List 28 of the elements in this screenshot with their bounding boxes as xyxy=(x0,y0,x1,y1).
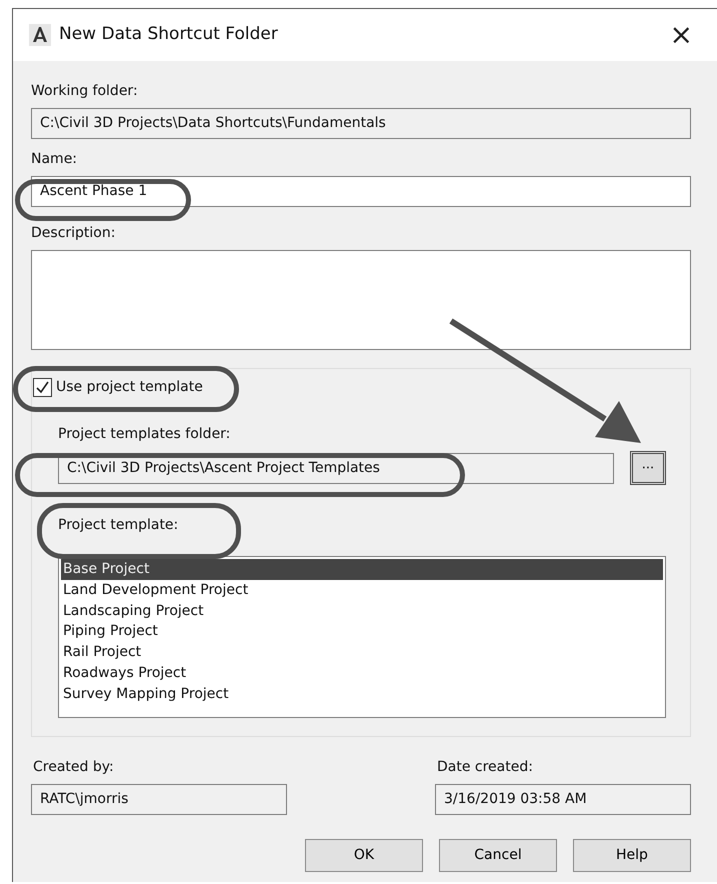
field-label: Date created: xyxy=(437,758,533,777)
field-label: Name: xyxy=(31,150,78,169)
field-label: Created by: xyxy=(33,758,114,777)
dialog-button[interactable]: OK xyxy=(305,839,423,872)
name-field[interactable]: Ascent Phase 1 xyxy=(31,176,691,207)
field-label: Project template: xyxy=(58,516,178,535)
working-folder-field: C:\Civil 3D Projects\Data Shortcuts\Fundamentals xyxy=(31,108,691,139)
field-label: Description: xyxy=(31,224,116,243)
close-button[interactable]: × xyxy=(666,21,697,49)
list-item[interactable]: Landscaping Project xyxy=(61,600,663,622)
dialog-button[interactable]: Cancel xyxy=(439,839,557,872)
window-title: New Data Shortcut Folder xyxy=(59,23,278,46)
list-item[interactable]: Land Development Project xyxy=(61,580,663,601)
dialog-button[interactable]: Help xyxy=(573,839,691,872)
list-item[interactable]: Base Project xyxy=(61,559,663,580)
checkbox[interactable] xyxy=(33,378,52,397)
app-icon xyxy=(29,24,51,46)
created-by-field: RATC\jmorris xyxy=(31,784,287,815)
list-item[interactable]: Rail Project xyxy=(61,642,663,663)
checkbox-label: Use project template xyxy=(56,378,203,397)
field-label: Project templates folder: xyxy=(58,425,230,444)
list-item[interactable]: Roadways Project xyxy=(61,662,663,684)
field-label: Working folder: xyxy=(31,82,138,101)
list-item[interactable]: Survey Mapping Project xyxy=(61,684,663,705)
browse-button[interactable]: ··· xyxy=(630,451,666,485)
list-item[interactable]: Piping Project xyxy=(61,621,663,642)
description-field[interactable] xyxy=(31,250,691,350)
date-created-field: 3/16/2019 03:58 AM xyxy=(435,784,691,815)
